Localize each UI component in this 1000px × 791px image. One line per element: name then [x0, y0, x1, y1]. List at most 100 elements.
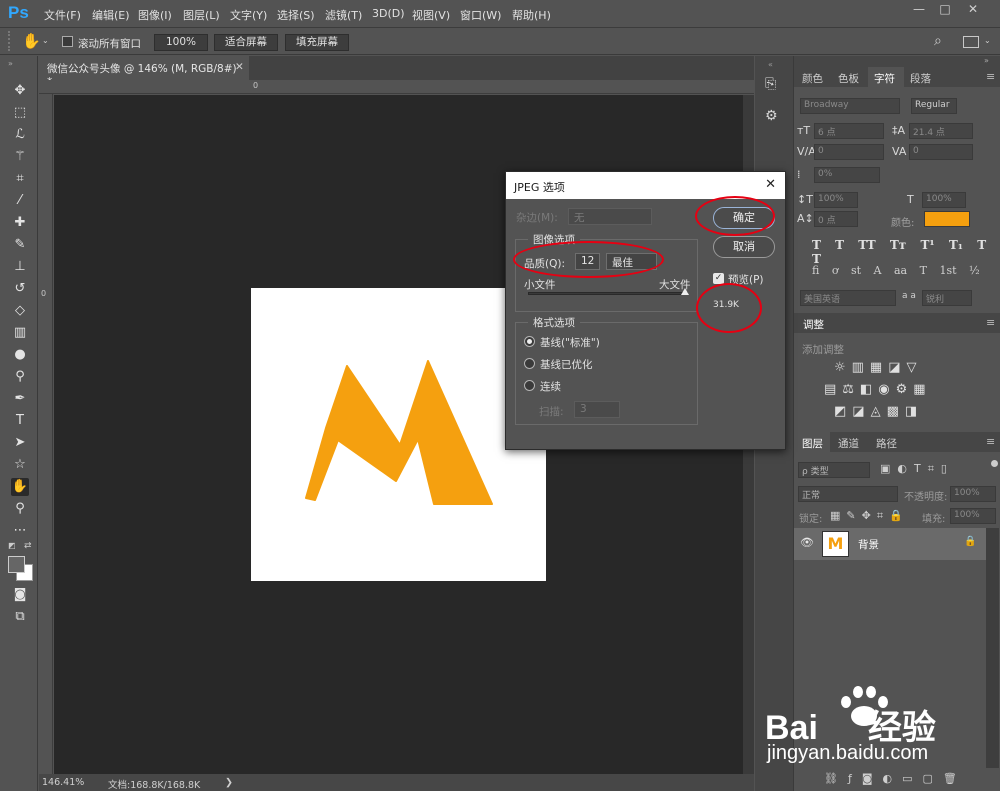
tab-paragraph[interactable]: 段落 [910, 71, 931, 86]
vertical-scale-field[interactable]: 100% [814, 192, 858, 208]
hand-tool-active-icon[interactable]: ✋ [11, 478, 29, 496]
foreground-color-swatch[interactable] [8, 556, 25, 573]
type-tool-icon[interactable]: T [11, 412, 29, 430]
chevron-down-icon[interactable]: ⌄ [42, 36, 49, 45]
visibility-eye-icon[interactable]: 👁 [800, 536, 814, 549]
menu-layer[interactable]: 图层(L) [183, 7, 220, 23]
marquee-tool-icon[interactable]: ⬚ [11, 104, 29, 122]
type-style-buttons[interactable]: T T TT Tт T¹ T₁ T T [812, 238, 992, 266]
fractions-button[interactable]: ½ [969, 264, 980, 277]
faux-bold-button[interactable]: T [812, 238, 821, 252]
history-brush-tool-icon[interactable]: ↺ [11, 280, 29, 298]
gradient-tool-icon[interactable]: ▥ [11, 324, 29, 342]
quality-slider-track[interactable] [528, 292, 688, 295]
menu-help[interactable]: 帮助(H) [512, 7, 551, 23]
healing-brush-tool-icon[interactable]: ✚ [11, 214, 29, 232]
font-size-field[interactable]: 6 点 [814, 123, 884, 139]
tab-character[interactable]: 字符 [874, 71, 895, 86]
layer-filter-select[interactable]: ρ 类型 [798, 462, 870, 478]
menu-select[interactable]: 选择(S) [277, 7, 315, 23]
baseline-optimized-radio[interactable] [524, 358, 535, 369]
layer-row-background[interactable]: 👁 M 背景 🔒 [794, 528, 986, 560]
move-tool-icon[interactable]: ✥ [11, 82, 29, 100]
close-window-button[interactable]: ✕ [962, 2, 984, 18]
horizontal-scale-field[interactable]: 100% [922, 192, 966, 208]
magic-wand-tool-icon[interactable]: ⚚ [11, 148, 29, 166]
adjustment-icons-row-3[interactable]: ◩◪◬▩◨ [834, 404, 923, 419]
titling-button[interactable]: T [920, 264, 927, 277]
tab-swatches[interactable]: 色板 [838, 71, 859, 86]
baseline-standard-radio[interactable] [524, 336, 535, 347]
dialog-close-icon[interactable]: ✕ [765, 177, 776, 192]
small-caps-button[interactable]: Tт [890, 238, 906, 252]
preview-checkbox[interactable]: ✓ [713, 273, 724, 284]
adjustment-icons-row-2[interactable]: ▤⚖◧◉⚙▦ [824, 382, 932, 397]
filter-toggle-icon[interactable] [991, 460, 998, 467]
minimize-button[interactable]: — [908, 2, 930, 18]
ligatures-button[interactable]: fi [812, 264, 819, 277]
discretionary-ligature-button[interactable]: st [851, 264, 861, 277]
layer-name[interactable]: 背景 [858, 537, 879, 552]
menu-type[interactable]: 文字(Y) [230, 7, 267, 23]
menu-filter[interactable]: 滤镜(T) [325, 7, 362, 23]
subscript-button[interactable]: T₁ [949, 238, 963, 252]
collapse-dock-icon[interactable]: « [768, 60, 773, 69]
quality-slider-handle[interactable] [681, 288, 689, 295]
kerning-field[interactable]: 0 [814, 144, 884, 160]
fill-screen-button[interactable]: 填充屏幕 [285, 34, 349, 51]
tsume-field[interactable]: 0% [814, 167, 880, 183]
properties-panel-icon[interactable]: ⚙ [765, 108, 778, 124]
blend-mode-select[interactable]: 正常 [798, 486, 898, 502]
text-color-swatch[interactable] [924, 211, 970, 227]
matte-select[interactable]: 无 [568, 208, 652, 225]
scroll-all-checkbox[interactable] [62, 36, 73, 47]
scans-select[interactable]: 3 [574, 401, 620, 418]
status-menu-arrow[interactable]: ❯ [225, 777, 233, 788]
anti-alias-select[interactable]: 锐利 [922, 290, 972, 306]
grip-handle[interactable] [8, 31, 14, 51]
language-select[interactable]: 美国英语 [800, 290, 896, 306]
tab-channels[interactable]: 通道 [838, 436, 859, 451]
opentype-buttons[interactable]: fi ơ st A aa T 1st ½ [812, 264, 992, 280]
stamp-tool-icon[interactable]: ⊥ [11, 258, 29, 276]
zoom-100-button[interactable]: 100% [154, 34, 208, 51]
swap-colors-icon[interactable]: ⇄ [24, 541, 32, 551]
search-icon[interactable]: ⌕ [934, 33, 942, 49]
adjustment-icons-row-1[interactable]: ☼▥▦◪▽ [834, 360, 923, 375]
pen-tool-icon[interactable]: ✒ [11, 390, 29, 408]
stylistic-alternates-button[interactable]: aa [894, 264, 907, 277]
tab-color[interactable]: 颜色 [802, 71, 823, 86]
menu-edit[interactable]: 编辑(E) [92, 7, 130, 23]
workspace-icon[interactable] [963, 36, 979, 48]
font-style-select[interactable]: Regular [911, 98, 957, 114]
shape-tool-icon[interactable]: ☆ [11, 456, 29, 474]
superscript-button[interactable]: T¹ [920, 238, 934, 252]
old-style-button[interactable]: ơ [832, 264, 839, 277]
zoom-tool-icon[interactable]: ⚲ [11, 500, 29, 518]
lasso-tool-icon[interactable]: ℒ [11, 126, 29, 144]
tab-layers[interactable]: 图层 [802, 436, 823, 451]
maximize-button[interactable]: □ [934, 2, 956, 18]
lock-icons[interactable]: ▦✎✥⌗🔒 [830, 509, 909, 523]
brush-tool-icon[interactable]: ✎ [11, 236, 29, 254]
cancel-button[interactable]: 取消 [713, 236, 775, 258]
swash-button[interactable]: A [874, 264, 882, 277]
baseline-field[interactable]: 0 点 [814, 211, 858, 227]
underline-button[interactable]: T [977, 238, 986, 252]
fill-field[interactable]: 100% [950, 508, 996, 524]
panel-menu-icon[interactable]: ≡ [986, 70, 995, 83]
document-canvas[interactable] [251, 288, 546, 581]
layers-scrollbar[interactable] [986, 528, 999, 768]
menu-3d[interactable]: 3D(D) [372, 7, 405, 20]
leading-field[interactable]: 21.4 点 [909, 123, 973, 139]
faux-italic-button[interactable]: T [835, 238, 844, 252]
tracking-field[interactable]: 0 [909, 144, 973, 160]
more-tools-icon[interactable]: ⋯ [11, 522, 29, 540]
menu-file[interactable]: 文件(F) [44, 7, 81, 23]
path-selection-tool-icon[interactable]: ➤ [11, 434, 29, 452]
document-tab[interactable]: 微信公众号头像 @ 146% (M, RGB/8#) * ✕ [39, 56, 249, 88]
ordinals-button[interactable]: 1st [939, 264, 956, 277]
workspace-chevron-icon[interactable]: ⌄ [984, 36, 991, 45]
adjust-panel-menu-icon[interactable]: ≡ [986, 316, 995, 329]
font-family-select[interactable]: Broadway [800, 98, 900, 114]
